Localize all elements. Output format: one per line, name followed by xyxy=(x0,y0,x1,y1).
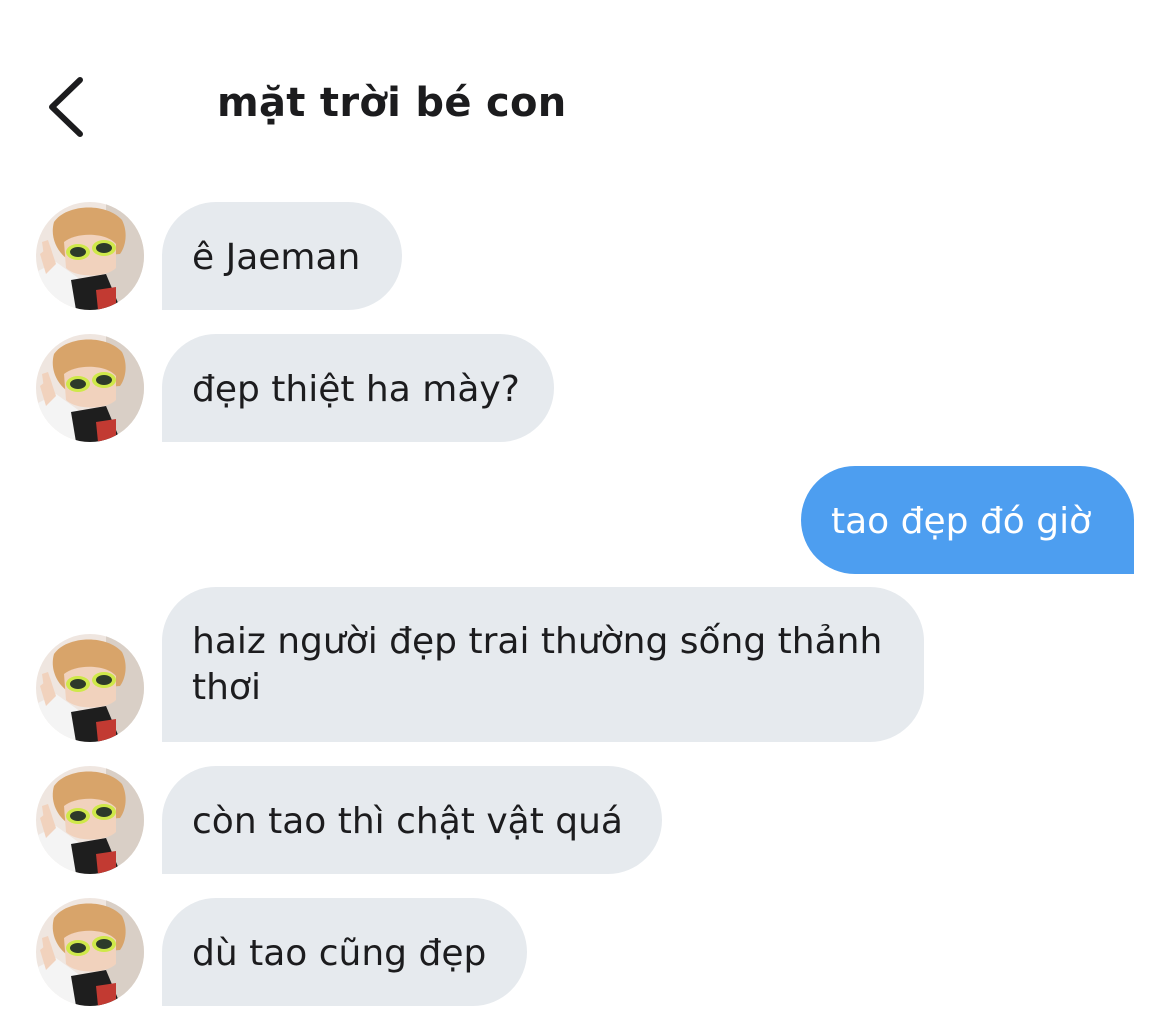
avatar[interactable] xyxy=(36,334,144,442)
incoming-message-bubble[interactable]: haiz người đẹp trai thường sống thảnh th… xyxy=(162,587,924,742)
incoming-message-bubble[interactable]: dù tao cũng đẹp xyxy=(162,898,527,1006)
avatar[interactable] xyxy=(36,202,144,310)
message-list[interactable]: ê Jaeman đẹp thiệt ha mày? tao đẹp đó gi… xyxy=(0,0,1169,1023)
incoming-message-bubble[interactable]: đẹp thiệt ha mày? xyxy=(162,334,554,442)
outgoing-message-bubble[interactable]: tao đẹp đó giờ xyxy=(801,466,1134,574)
avatar[interactable] xyxy=(36,766,144,874)
incoming-message-bubble[interactable]: ê Jaeman xyxy=(162,202,402,310)
avatar[interactable] xyxy=(36,898,144,1006)
avatar[interactable] xyxy=(36,634,144,742)
incoming-message-bubble[interactable]: còn tao thì chật vật quá xyxy=(162,766,662,874)
